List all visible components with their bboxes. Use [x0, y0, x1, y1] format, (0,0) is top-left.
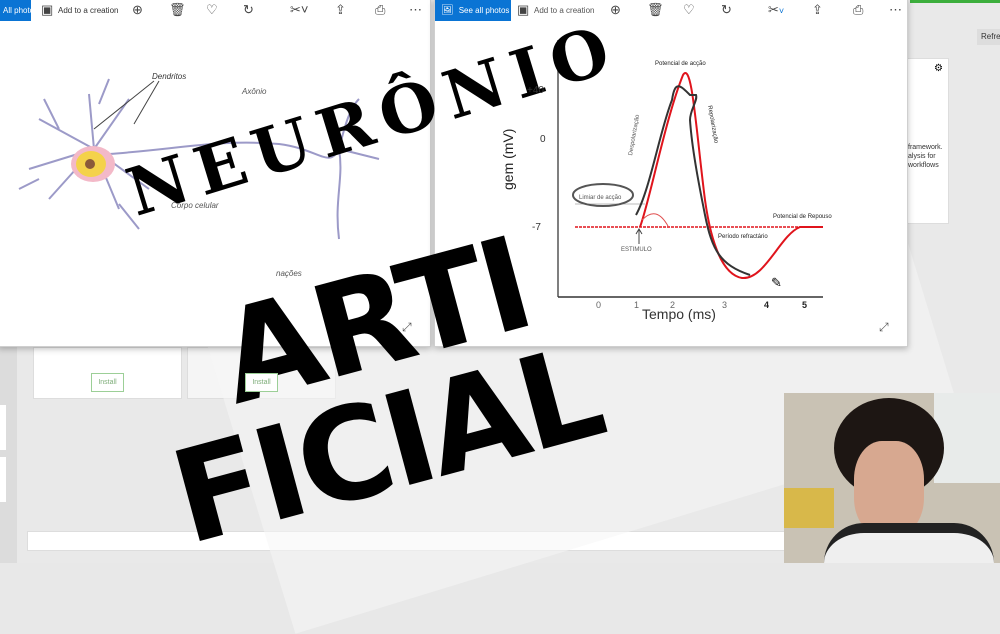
rotate-icon[interactable]: ↻: [721, 2, 732, 18]
edit-icon[interactable]: ✂˅: [290, 2, 308, 18]
annotation-estimulo: ESTIMULO: [621, 247, 652, 253]
x-tick: 0: [596, 300, 602, 310]
more-icon[interactable]: ⋯: [409, 2, 422, 18]
expand-icon[interactable]: ⤢: [879, 320, 889, 335]
install-button[interactable]: Install: [245, 373, 278, 392]
window-frame: [934, 393, 1000, 483]
x-tick: 5: [802, 300, 808, 310]
delete-icon[interactable]: 🗑: [647, 2, 664, 18]
person-face: [854, 441, 924, 536]
photos-icon: 🖼: [441, 4, 454, 16]
gear-icon[interactable]: ⚙: [934, 63, 943, 74]
share-icon[interactable]: ⇪: [812, 2, 823, 18]
sidebar-strip: [0, 347, 17, 563]
info-card: ⚙ framework. alysis for workflows: [907, 58, 949, 224]
desc-line: alysis for: [908, 153, 936, 160]
shelf: [784, 488, 834, 528]
zoom-icon[interactable]: ⊕: [132, 2, 143, 18]
label-axonio: Axônio: [242, 87, 267, 96]
x-tick: 4: [764, 300, 770, 310]
add-to-creation-button[interactable]: Add to a creation: [58, 6, 118, 15]
x-tick: 1: [634, 300, 640, 310]
see-all-label: All photos: [3, 5, 39, 15]
photo-window-neuron: All photos ▣ Add to a creation ⊕ 🗑 ♡ ↻ ✂…: [0, 0, 431, 347]
zoom-icon[interactable]: ⊕: [610, 2, 621, 18]
refresh-button[interactable]: Refre: [977, 29, 1000, 45]
print-icon[interactable]: ⎙: [375, 2, 385, 18]
see-all-photos-button[interactable]: All photos: [0, 0, 38, 21]
desc-line: workflows: [908, 162, 939, 169]
desc-line: framework.: [908, 144, 943, 151]
footer-bar: [27, 531, 787, 551]
webcam-feed: [784, 393, 1000, 563]
person-hair: [834, 398, 944, 498]
expand-icon[interactable]: ⤢: [402, 320, 412, 335]
green-bar: [910, 0, 1000, 3]
share-icon[interactable]: ⇪: [335, 2, 346, 18]
add-to-creation-icon[interactable]: ▣: [517, 2, 529, 18]
label-terminacoes: nações: [276, 269, 302, 278]
person-shirt: [824, 523, 994, 563]
add-to-creation-button[interactable]: Add to a creation: [534, 6, 594, 15]
rotate-icon[interactable]: ↻: [243, 2, 254, 18]
see-all-label: See all photos: [458, 5, 510, 15]
heart-icon[interactable]: ♡: [206, 2, 218, 18]
label-dendritos: Dendritos: [152, 72, 187, 81]
neuron-illustration: [18, 78, 380, 240]
install-button[interactable]: Install: [91, 373, 124, 392]
y-tick: +40: [527, 85, 544, 96]
print-icon[interactable]: ⎙: [853, 2, 863, 18]
annotation-refractario: Período refractário: [718, 234, 768, 240]
photos-toolbar: 🖼 See all photos ▣ Add to a creation ⊕ 🗑 …: [435, 0, 907, 21]
y-tick: -7: [532, 222, 541, 233]
sidebar-tab[interactable]: [0, 405, 6, 450]
more-icon[interactable]: ⋯: [889, 2, 902, 18]
y-tick: 0: [540, 134, 546, 145]
heart-icon[interactable]: ♡: [683, 2, 695, 18]
annotation-peak: Potencial de acção: [655, 61, 706, 67]
annotation-limiar: Limiar de acção: [579, 195, 622, 201]
delete-icon[interactable]: 🗑: [169, 2, 186, 18]
label-corpo-celular: Corpo celular: [171, 201, 219, 210]
annotation-repouso: Potencial de Repouso: [773, 214, 832, 220]
see-all-photos-button[interactable]: 🖼 See all photos: [435, 0, 511, 21]
y-label: gem (mV): [500, 128, 516, 190]
x-tick: 3: [722, 300, 728, 310]
edit-icon[interactable]: ✂˅: [768, 2, 784, 19]
add-to-creation-icon[interactable]: ▣: [41, 2, 53, 18]
sidebar-tab[interactable]: [0, 457, 6, 502]
x-label: Tempo (ms): [642, 306, 716, 322]
photos-toolbar: All photos ▣ Add to a creation ⊕ 🗑 ♡ ↻ ✂…: [0, 0, 430, 21]
